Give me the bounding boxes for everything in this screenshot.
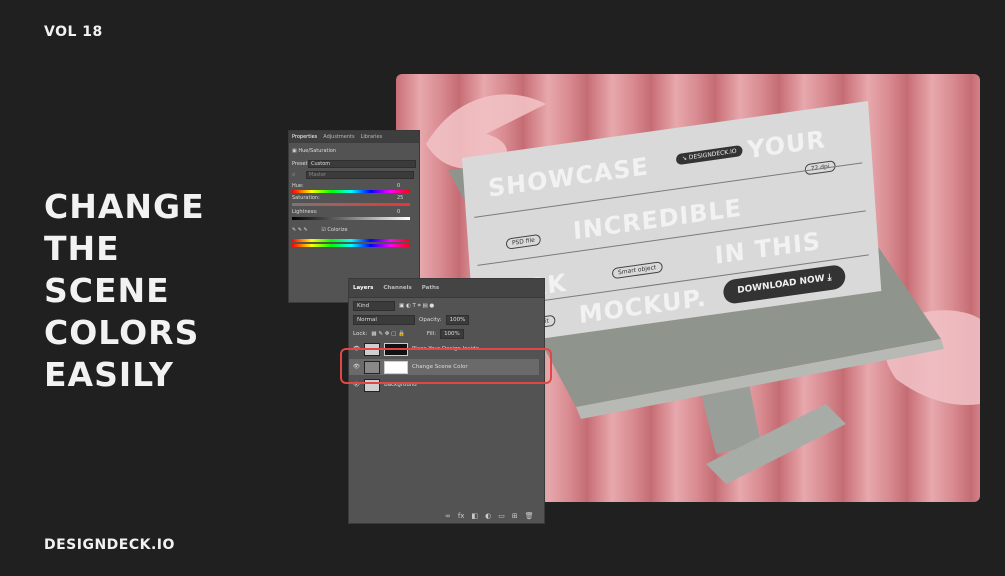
new-layer-icon[interactable]: ⊞ <box>512 512 518 520</box>
hue-label: Hue: <box>292 183 304 189</box>
colorize-row: ✎ ✎ ✎ ☑ Colorize <box>292 227 348 233</box>
blend-row: Normal Opacity: 100% <box>353 315 470 325</box>
tab-adjustments[interactable]: Adjustments <box>323 134 354 140</box>
filter-row: Kind ▣ ◐ T ⌗ ▤ ● <box>353 301 434 311</box>
colorize-checkbox[interactable]: ☑ <box>321 227 325 233</box>
lock-icons[interactable]: ▦ ✎ ✥ ▢ 🔒 <box>371 331 404 337</box>
preset-select[interactable]: Custom <box>308 160 416 168</box>
hue-spectrum-top <box>292 239 410 242</box>
hue-spectrum-bottom <box>292 244 410 247</box>
lock-row: Lock: ▦ ✎ ✥ ▢ 🔒 Fill: 100% <box>353 329 464 339</box>
eyedropper-icon[interactable]: ✎ ✎ ✎ <box>292 227 308 233</box>
tab-libraries[interactable]: Libraries <box>361 134 383 140</box>
hue-value[interactable]: 0 <box>397 183 400 189</box>
headline-line: COLORS <box>44 313 200 352</box>
tab-properties[interactable]: Properties <box>292 134 317 140</box>
lightness-value[interactable]: 0 <box>397 209 400 215</box>
headline-line: CHANGE <box>44 187 205 226</box>
fx-icon[interactable]: fx <box>458 512 465 520</box>
lock-label: Lock: <box>353 331 368 337</box>
properties-tabs: Properties Adjustments Libraries <box>289 131 419 143</box>
adjustment-icon: ▣ <box>292 148 297 154</box>
fill-field[interactable]: 100% <box>440 329 464 339</box>
headline-line: THE <box>44 229 120 268</box>
link-icon[interactable]: ∞ <box>445 512 451 520</box>
adjustment-icon[interactable]: ◐ <box>485 512 491 520</box>
lightness-slider[interactable] <box>292 217 410 220</box>
trash-icon[interactable]: 🗑 <box>525 512 534 520</box>
preset-label: Preset: <box>292 161 310 167</box>
lightness-label: Lightness: <box>292 209 318 215</box>
opacity-label: Opacity: <box>419 317 442 323</box>
hue-slider[interactable] <box>292 190 410 193</box>
folder-icon[interactable]: ▭ <box>498 512 505 520</box>
channel-row: ☝ Master <box>292 171 414 179</box>
headline: CHANGE THE SCENE COLORS EASILY <box>44 186 205 396</box>
headline-line: SCENE <box>44 271 170 310</box>
saturation-value[interactable]: 25 <box>397 195 403 201</box>
filter-icons[interactable]: ▣ ◐ T ⌗ ▤ ● <box>399 303 434 310</box>
mask-icon[interactable]: ◧ <box>471 512 478 520</box>
opacity-field[interactable]: 100% <box>445 315 470 325</box>
tab-channels[interactable]: Channels <box>383 285 411 291</box>
adjustment-title-row: ▣ Hue/Saturation <box>292 148 336 154</box>
channel-select[interactable]: Master <box>306 171 414 179</box>
colorize-label: Colorize <box>327 227 348 233</box>
layers-tabs: Layers Channels Paths <box>349 279 544 298</box>
headline-line: EASILY <box>44 355 174 394</box>
kind-select[interactable]: Kind <box>353 301 395 311</box>
fill-label: Fill: <box>426 331 437 337</box>
blend-mode-select[interactable]: Normal <box>353 315 415 325</box>
layers-panel: Layers Channels Paths Kind ▣ ◐ T ⌗ ▤ ● N… <box>348 278 545 524</box>
layers-footer: ∞ fx ◧ ◐ ▭ ⊞ 🗑 <box>445 512 534 520</box>
highlight-box <box>340 348 552 384</box>
tab-paths[interactable]: Paths <box>422 285 439 291</box>
tab-layers[interactable]: Layers <box>353 285 373 291</box>
saturation-slider[interactable] <box>292 203 410 206</box>
hand-tool-icon[interactable]: ☝ <box>292 172 295 178</box>
saturation-label: Saturation: <box>292 195 320 201</box>
volume-label: VOL 18 <box>44 24 103 40</box>
adjustment-title: Hue/Saturation <box>298 148 337 154</box>
brand-footer: DESIGNDECK.IO <box>44 537 175 553</box>
preset-row: Preset: Custom <box>292 160 416 168</box>
